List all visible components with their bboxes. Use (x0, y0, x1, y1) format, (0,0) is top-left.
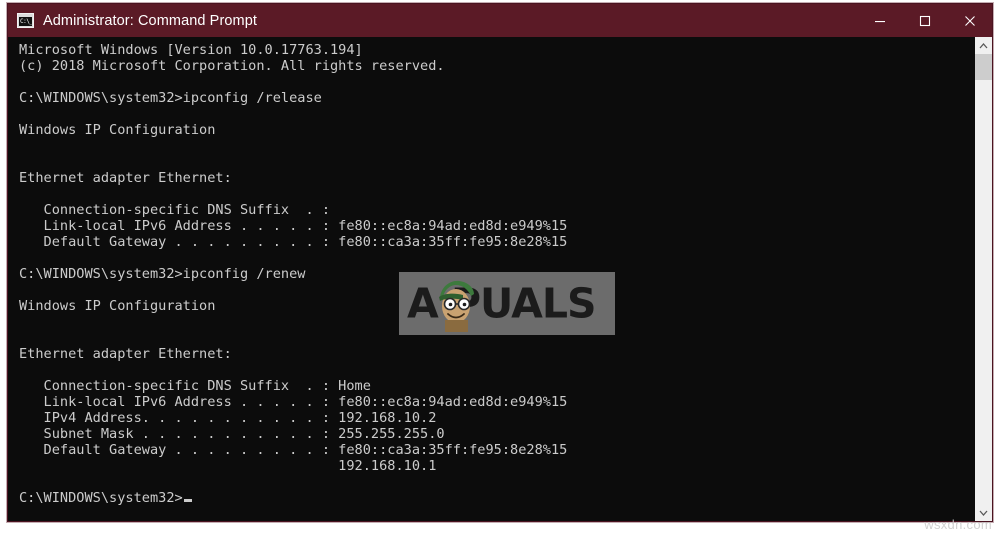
maximize-button[interactable] (902, 4, 947, 37)
console-text: Microsoft Windows [Version 10.0.17763.19… (19, 42, 568, 506)
scroll-up-button[interactable] (975, 37, 992, 54)
command-prompt-window: C:\_ Administrator: Command Prompt Micro… (7, 3, 993, 522)
vertical-scrollbar[interactable] (974, 37, 992, 521)
minimize-icon (874, 20, 885, 22)
minimize-button[interactable] (857, 4, 902, 37)
window-controls (857, 4, 992, 37)
chevron-up-icon (979, 42, 988, 48)
close-button[interactable] (947, 4, 992, 37)
window-title: Administrator: Command Prompt (43, 12, 258, 29)
command-prompt-icon[interactable]: C:\_ (17, 13, 34, 28)
console-output-area[interactable]: Microsoft Windows [Version 10.0.17763.19… (8, 37, 974, 521)
maximize-icon (919, 15, 930, 26)
title-bar[interactable]: C:\_ Administrator: Command Prompt (8, 4, 992, 37)
chevron-down-icon (979, 510, 988, 516)
window-body: Microsoft Windows [Version 10.0.17763.19… (8, 37, 992, 521)
scrollbar-thumb[interactable] (975, 54, 992, 80)
scrollbar-track[interactable] (975, 54, 992, 504)
close-icon (964, 15, 975, 26)
scroll-down-button[interactable] (975, 504, 992, 521)
command-prompt-icon-glyph: C:\_ (20, 18, 32, 25)
text-cursor (183, 499, 192, 502)
